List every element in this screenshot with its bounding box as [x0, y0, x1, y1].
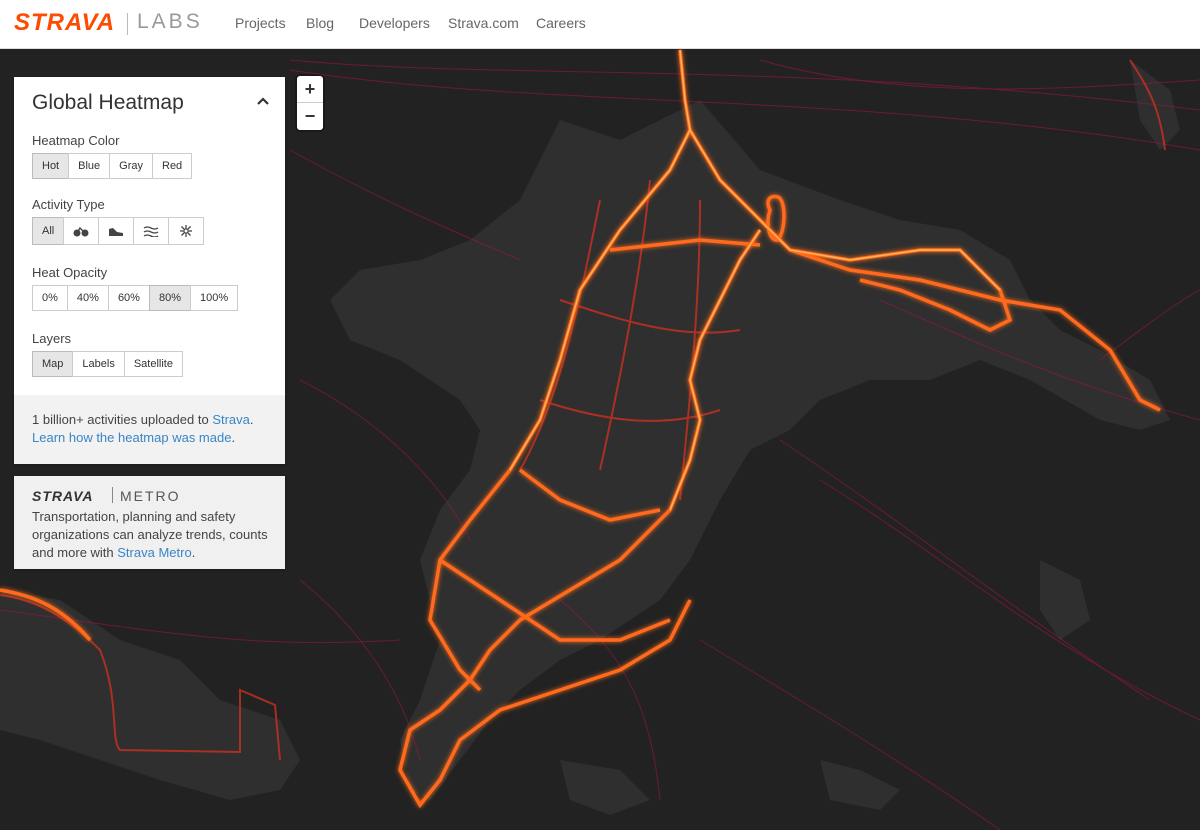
- panel-title: Global Heatmap: [32, 91, 184, 114]
- opacity-0-button[interactable]: 0%: [32, 285, 68, 311]
- opacity-60-button[interactable]: 60%: [107, 285, 150, 311]
- nav-developers[interactable]: Developers: [359, 15, 430, 31]
- opacity-80-button[interactable]: 80%: [148, 285, 191, 311]
- activity-water-button[interactable]: [133, 217, 170, 245]
- layers-section: Layers Map Labels Satellite: [14, 331, 285, 377]
- heatmap-made-text: Learn how the heatmap was made.: [32, 429, 267, 447]
- layers-buttons: Map Labels Satellite: [32, 351, 285, 377]
- metro-description: Transportation, planning and safety orga…: [32, 508, 272, 562]
- nav-blog[interactable]: Blog: [306, 15, 334, 31]
- shoe-icon: [109, 228, 124, 236]
- activity-type-label: Activity Type: [32, 197, 105, 212]
- color-blue-button[interactable]: Blue: [68, 153, 111, 179]
- nav-strava-com[interactable]: Strava.com: [448, 15, 519, 31]
- activities-count-suffix: .: [249, 412, 254, 427]
- activities-count-prefix: 1 billion+ activities uploaded to: [32, 412, 213, 427]
- labs-wordmark[interactable]: LABS: [137, 10, 203, 34]
- water-icon: [143, 226, 159, 237]
- activity-ride-button[interactable]: [63, 217, 100, 245]
- heatmap-color-label: Heatmap Color: [32, 133, 120, 148]
- color-gray-button[interactable]: Gray: [109, 153, 153, 179]
- heat-opacity-label: Heat Opacity: [32, 265, 108, 280]
- activity-type-buttons: All: [32, 217, 285, 245]
- panel-header: Global Heatmap: [14, 77, 285, 127]
- heat-opacity-section: Heat Opacity 0% 40% 60% 80% 100%: [14, 265, 285, 311]
- activity-winter-button[interactable]: [168, 217, 205, 245]
- nav-projects[interactable]: Projects: [235, 15, 286, 31]
- nav-careers[interactable]: Careers: [536, 15, 586, 31]
- metro-strava-logo: STRAVA: [32, 488, 94, 504]
- opacity-100-button[interactable]: 100%: [190, 285, 239, 311]
- metro-wordmark: METRO: [120, 488, 181, 504]
- layer-labels-button[interactable]: Labels: [72, 351, 125, 377]
- top-navbar: STRAVA LABS Projects Blog Developers Str…: [0, 0, 1200, 49]
- metro-description-suffix: .: [191, 545, 196, 560]
- strava-metro-box: STRAVA METRO Transportation, planning an…: [14, 476, 285, 569]
- heatmap-made-link[interactable]: Learn how the heatmap was made: [32, 430, 231, 445]
- strava-metro-link[interactable]: Strava Metro: [117, 545, 191, 560]
- heatmap-control-panel: Global Heatmap Heatmap Color Hot Blue Gr…: [14, 77, 285, 464]
- heatmap-made-suffix: .: [231, 430, 236, 445]
- heatmap-color-section: Heatmap Color Hot Blue Gray Red: [14, 133, 285, 179]
- metro-logo-divider: [112, 487, 113, 503]
- heat-opacity-buttons: 0% 40% 60% 80% 100%: [32, 285, 285, 311]
- layer-map-button[interactable]: Map: [32, 351, 74, 377]
- zoom-control: + −: [297, 76, 323, 130]
- activity-all-button[interactable]: All: [32, 217, 65, 245]
- activity-type-section: Activity Type All: [14, 197, 285, 245]
- heatmap-color-buttons: Hot Blue Gray Red: [32, 153, 285, 179]
- zoom-in-button[interactable]: +: [297, 76, 323, 103]
- bike-icon: [73, 226, 89, 237]
- color-red-button[interactable]: Red: [152, 153, 193, 179]
- snowflake-icon: [180, 225, 193, 237]
- info-box: 1 billion+ activities uploaded to Strava…: [14, 395, 285, 464]
- activity-run-button[interactable]: [98, 217, 135, 245]
- strava-logo[interactable]: STRAVA: [14, 9, 115, 37]
- logo-divider: [127, 13, 128, 35]
- layers-label: Layers: [32, 331, 72, 346]
- zoom-out-button[interactable]: −: [297, 103, 323, 129]
- chevron-up-icon[interactable]: [257, 96, 269, 106]
- strava-link[interactable]: Strava: [212, 412, 250, 427]
- activities-count-text: 1 billion+ activities uploaded to Strava…: [32, 411, 267, 429]
- layer-satellite-button[interactable]: Satellite: [123, 351, 183, 377]
- opacity-40-button[interactable]: 40%: [66, 285, 109, 311]
- color-hot-button[interactable]: Hot: [32, 153, 70, 179]
